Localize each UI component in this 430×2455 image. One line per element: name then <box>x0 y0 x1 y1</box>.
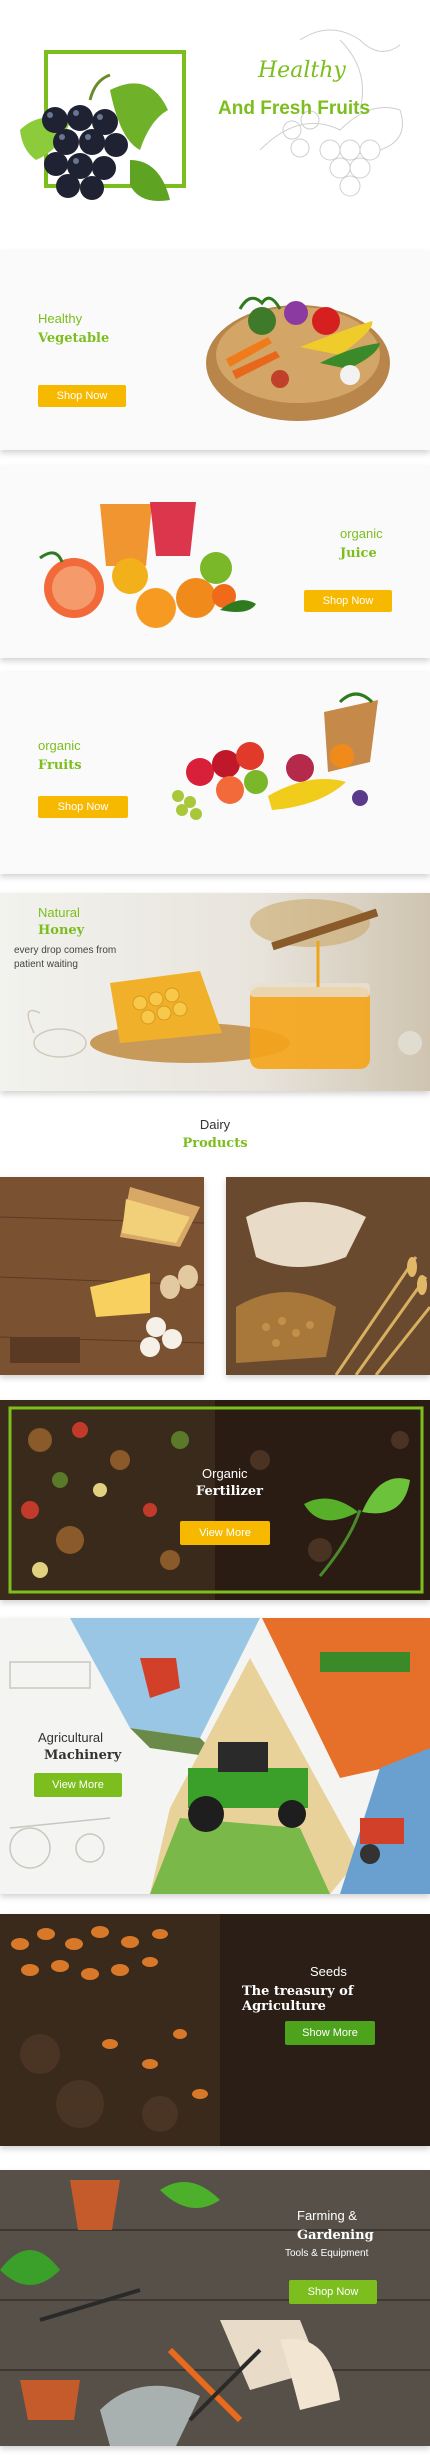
dairy-image-right <box>226 1177 430 1375</box>
hero-art <box>20 29 403 201</box>
farming-art <box>0 2170 430 2446</box>
hero-banner: Healthy And Fresh Fruits <box>0 0 430 240</box>
vegetable-line1: Healthy <box>38 311 83 326</box>
dairy-cheese-art <box>0 1177 204 1375</box>
vegetable-banner: Healthy Vegetable Shop Now <box>0 251 430 450</box>
vegetable-art <box>206 296 390 421</box>
honey-banner: Natural Honey every drop comes from pati… <box>0 893 430 1091</box>
farming-line1: Farming & <box>297 2208 357 2223</box>
fertilizer-line1: Organic <box>202 1466 248 1481</box>
vegetable-shop-button[interactable]: Shop Now <box>38 385 126 407</box>
dairy-line2: Products <box>182 1136 248 1151</box>
honey-line3: every drop comes from <box>14 945 117 956</box>
fruits-banner: organic Fruits Shop Now <box>0 672 430 874</box>
hero-line2: And Fresh Fruits <box>218 98 371 119</box>
vegetable-line2: Vegetable <box>38 331 110 346</box>
fruits-line2: Fruits <box>38 758 82 773</box>
seeds-show-button[interactable]: Show More <box>285 2021 375 2045</box>
dairy-line1: Dairy <box>199 1117 231 1132</box>
machinery-line2: Machinery <box>44 1748 122 1763</box>
machinery-view-button[interactable]: View More <box>34 1773 122 1797</box>
honey-line4: patient waiting <box>14 959 78 970</box>
hero-line1: Healthy <box>258 58 346 83</box>
page: Healthy And Fresh Fruits Healthy Vegetab… <box>0 0 430 2455</box>
machinery-line1: Agricultural <box>38 1730 104 1745</box>
dairy-image-left <box>0 1177 204 1375</box>
fertilizer-view-button[interactable]: View More <box>180 1521 270 1545</box>
honey-line2: Honey <box>38 923 85 938</box>
machinery-banner: Agricultural Machinery View More <box>0 1618 430 1894</box>
fruits-art <box>172 692 378 820</box>
honey-line1: Natural <box>38 905 80 920</box>
farming-line2: Gardening <box>297 2228 374 2243</box>
juice-line1: organic <box>340 526 383 541</box>
seeds-line1: Seeds <box>310 1964 347 1979</box>
juice-art <box>39 502 256 628</box>
fertilizer-art <box>0 1400 430 1600</box>
fertilizer-line2: Fertilizer <box>196 1484 263 1499</box>
seeds-banner: Seeds The treasury of Agriculture Show M… <box>0 1914 430 2146</box>
farming-line3: Tools & Equipment <box>285 2248 369 2259</box>
seeds-line2: The treasury of Agriculture <box>242 1984 354 2014</box>
juice-shop-button[interactable]: Shop Now <box>304 590 392 612</box>
fruits-line1: organic <box>38 738 81 753</box>
dairy-wheat-art <box>226 1177 430 1375</box>
juice-line2: Juice <box>340 546 377 561</box>
fruits-shop-button[interactable]: Shop Now <box>38 796 128 818</box>
fertilizer-banner: Organic Fertilizer View More <box>0 1400 430 1600</box>
farming-shop-button[interactable]: Shop Now <box>289 2280 377 2304</box>
farming-banner: Farming & Gardening Tools & Equipment Sh… <box>0 2170 430 2446</box>
juice-banner: organic Juice Shop Now <box>0 466 430 658</box>
